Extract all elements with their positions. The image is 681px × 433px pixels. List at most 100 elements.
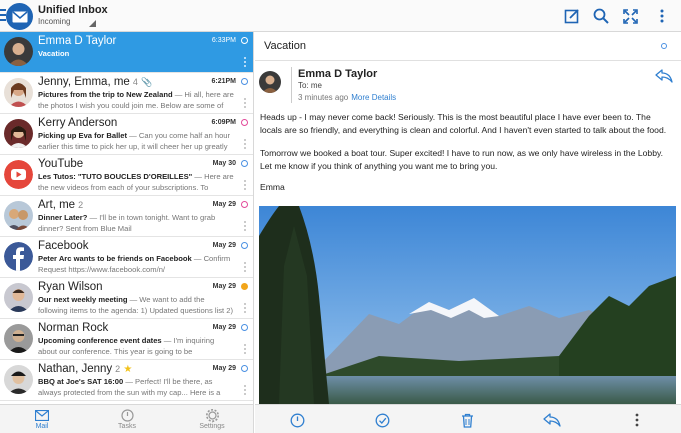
message-preview: BBQ at Joe's SAT 16:00 — Perfect! I'll b… [38, 377, 221, 399]
message-subject: Peter Arc wants to be friends on Faceboo… [38, 254, 192, 263]
message-date: May 29 [212, 283, 236, 290]
reply-icon[interactable] [543, 411, 561, 429]
unread-indicator[interactable] [241, 365, 248, 372]
message-date: 6:33PM [211, 37, 236, 44]
sender-name: Jenny, Emma, me 4 📎 [38, 76, 153, 88]
mark-done-icon[interactable] [373, 411, 391, 429]
email-body-paragraph: Heads up - I may never come back! Seriou… [260, 112, 667, 135]
more-details-link[interactable]: More Details [351, 93, 396, 102]
folder-dropdown-icon[interactable] [89, 20, 96, 27]
email-body-paragraph: Tomorrow we booked a boat tour. Super ex… [260, 148, 664, 171]
row-menu-icon[interactable] [244, 139, 246, 149]
sender-name: Emma D Taylor [38, 35, 117, 47]
unread-indicator[interactable] [241, 160, 248, 167]
app-logo-envelope-icon[interactable] [6, 3, 33, 30]
avatar [4, 201, 33, 230]
search-icon[interactable] [591, 6, 611, 26]
nav-mail-label: Mail [35, 423, 49, 430]
inbox-folder-subtitle: Incoming [38, 17, 71, 26]
message-subject: Vacation [38, 49, 70, 58]
message-row[interactable]: Art, me 2 May 29 Dinner Later? — I'll be … [0, 196, 253, 237]
more-icon[interactable] [628, 411, 646, 429]
nav-tasks[interactable]: Tasks [97, 407, 157, 430]
time-ago: 3 minutes ago [298, 93, 349, 102]
message-date: 6:21PM [211, 78, 236, 85]
message-row[interactable]: Facebook May 29 Peter Arc wants to be fr… [0, 237, 253, 278]
unread-indicator[interactable] [241, 324, 248, 331]
reading-pane-header: Vacation [255, 32, 681, 61]
message-row[interactable]: Ryan Wilson May 29 Our next weekly meeti… [0, 278, 253, 319]
message-preview: Pictures from the trip to New Zealand — … [38, 90, 234, 112]
bottom-navigation: Mail Tasks Settings [0, 404, 254, 433]
flag-indicator[interactable] [241, 283, 248, 290]
expand-icon[interactable] [620, 6, 640, 26]
avatar [4, 78, 33, 107]
message-date: May 29 [212, 324, 236, 331]
row-menu-icon[interactable] [244, 221, 246, 231]
message-row[interactable]: Kerry Anderson 6:09PM Picking up Eva for… [0, 114, 253, 155]
mail-icon [12, 407, 72, 423]
sender-avatar[interactable] [259, 71, 281, 93]
message-preview: Picking up Eva for Ballet — Can you come… [38, 131, 231, 151]
message-row[interactable]: Norman Rock May 29 Upcoming conference e… [0, 319, 253, 360]
snooze-clock-icon[interactable] [288, 411, 306, 429]
message-subject: Picking up Eva for Ballet [38, 131, 128, 140]
sender-name: Norman Rock [38, 322, 109, 334]
message-date: May 30 [212, 160, 236, 167]
message-date: May 29 [212, 242, 236, 249]
row-menu-icon[interactable] [244, 98, 246, 108]
header-divider [291, 67, 292, 103]
row-menu-icon[interactable] [244, 57, 246, 67]
row-menu-icon[interactable] [244, 344, 246, 354]
message-preview: Vacation [38, 49, 234, 71]
message-subject: BBQ at Joe's SAT 16:00 [38, 377, 124, 386]
unread-indicator[interactable] [241, 242, 248, 249]
message-row[interactable]: Emma D Taylor 6:33PM Vacation [0, 32, 253, 73]
attached-photo[interactable] [259, 206, 676, 404]
avatar [4, 119, 33, 148]
unread-indicator[interactable] [661, 43, 667, 49]
email-signature: Emma [260, 182, 285, 192]
email-subject: Vacation [264, 40, 306, 52]
message-list[interactable]: Emma D Taylor 6:33PM Vacation Jenny, Emm… [0, 32, 254, 404]
compose-icon[interactable] [562, 6, 582, 26]
row-menu-icon[interactable] [244, 180, 246, 190]
settings-gear-icon [182, 407, 242, 423]
nav-settings[interactable]: Settings [182, 407, 242, 430]
unread-indicator[interactable] [241, 78, 248, 85]
message-date: May 29 [212, 201, 236, 208]
delete-trash-icon[interactable] [458, 411, 476, 429]
message-preview: Dinner Later? — I'll be in town tonight.… [38, 213, 216, 233]
nav-mail[interactable]: Mail [12, 407, 72, 430]
message-timestamp: 3 minutes ago More Details [298, 93, 396, 102]
message-row[interactable]: YouTube May 30 Les Tutos: "TUTO BOUCLES … [0, 155, 253, 196]
message-preview: Peter Arc wants to be friends on Faceboo… [38, 254, 231, 274]
sender-name: Nathan, Jenny 2 ★ [38, 363, 133, 375]
sender-name: Facebook [38, 240, 89, 252]
overflow-menu-icon[interactable] [652, 6, 672, 26]
facebook-avatar-icon [4, 242, 33, 271]
message-date: 6:09PM [211, 119, 236, 126]
reading-pane: Vacation Emma D Taylor To: me 3 minutes … [255, 32, 681, 404]
message-subject: Dinner Later? [38, 213, 88, 222]
sender-name: Ryan Wilson [38, 281, 103, 293]
sender-name: Kerry Anderson [38, 117, 118, 129]
unread-indicator[interactable] [241, 37, 248, 44]
avatar [4, 365, 33, 394]
row-menu-icon[interactable] [244, 303, 246, 313]
avatar [4, 37, 33, 66]
sender-name[interactable]: Emma D Taylor [298, 68, 377, 80]
inbox-title[interactable]: Unified Inbox [38, 4, 108, 16]
clock-icon [97, 407, 157, 423]
row-menu-icon[interactable] [244, 262, 246, 272]
star-icon[interactable]: ★ [123, 364, 132, 375]
reply-icon[interactable] [655, 69, 673, 83]
message-row[interactable]: Jenny, Emma, me 4 📎 6:21PM Pictures from … [0, 73, 253, 114]
unread-indicator[interactable] [241, 201, 248, 208]
sender-name: Art, me 2 [38, 199, 84, 211]
unread-indicator[interactable] [241, 119, 248, 126]
row-menu-icon[interactable] [244, 385, 246, 395]
message-row[interactable]: Nathan, Jenny 2 ★ May 29 BBQ at Joe's SAT… [0, 360, 253, 401]
top-bar: Unified Inbox Incoming [0, 0, 681, 32]
message-subject: Pictures from the trip to New Zealand [38, 90, 173, 99]
